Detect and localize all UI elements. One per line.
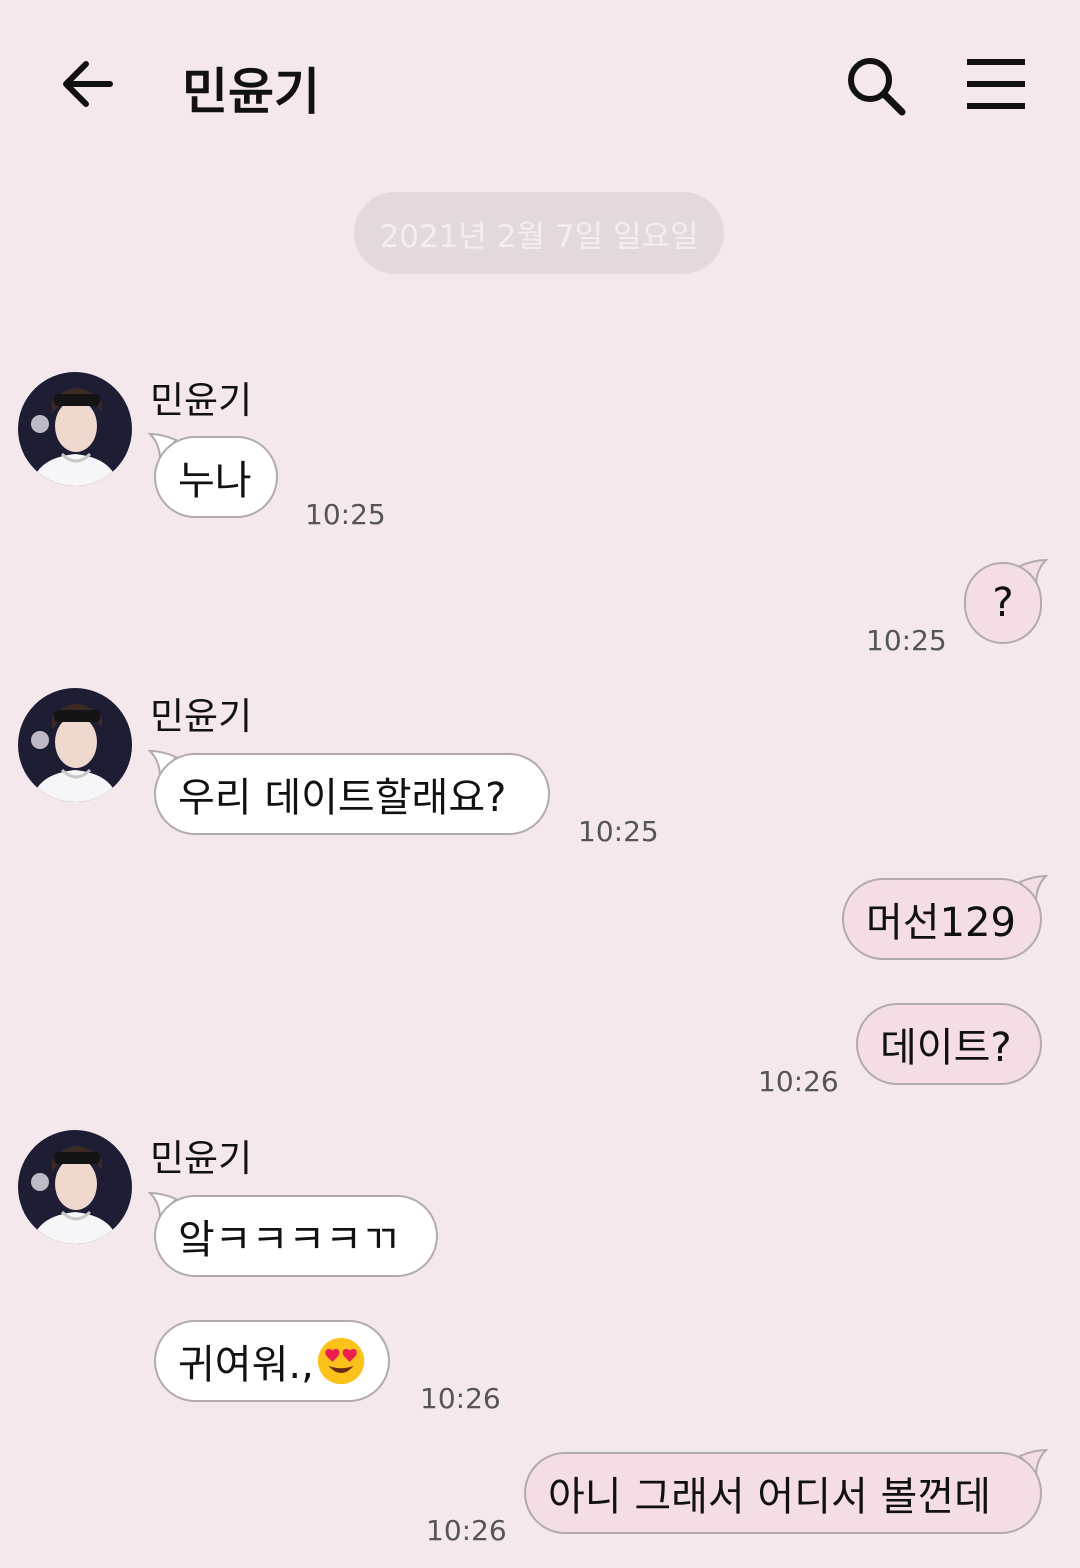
chat-title: 민윤기 <box>182 63 320 121</box>
chat-screen: 민윤기 2021년 2월 7일 일요일 민윤기 누나 10:25 ? 10:25… <box>0 0 1080 1568</box>
message-time: 10:25 <box>866 624 947 657</box>
message-bubble[interactable]: ? <box>964 562 1042 644</box>
sender-avatar[interactable] <box>18 688 132 802</box>
search-button[interactable] <box>842 52 912 122</box>
heart-eyes-emoji <box>317 1337 365 1385</box>
sender-name: 민윤기 <box>150 1137 253 1180</box>
message-bubble[interactable]: 앜ㅋㅋㅋㅋㄲ <box>154 1195 438 1277</box>
message-bubble[interactable]: 우리 데이트할래요? <box>154 753 550 835</box>
message-time: 10:26 <box>420 1382 501 1415</box>
message-time: 10:25 <box>305 498 386 531</box>
message-bubble[interactable]: 데이트? <box>856 1003 1042 1085</box>
message-bubble[interactable]: 귀여워., <box>154 1320 390 1402</box>
arrow-left-icon <box>63 61 113 107</box>
date-divider: 2021년 2월 7일 일요일 <box>354 192 724 274</box>
message-bubble[interactable]: 아니 그래서 어디서 볼껀데 <box>524 1452 1042 1534</box>
sender-avatar[interactable] <box>18 1130 132 1244</box>
menu-button[interactable] <box>964 54 1028 114</box>
chat-header: 민윤기 <box>0 0 1080 170</box>
message-time: 10:26 <box>758 1065 839 1098</box>
avatar-photo <box>18 688 132 802</box>
sender-name: 민윤기 <box>150 379 253 422</box>
hamburger-menu-icon <box>967 59 1025 109</box>
sender-avatar[interactable] <box>18 372 132 486</box>
message-text: 귀여워., <box>178 1342 314 1388</box>
message-bubble[interactable]: 머선129 <box>842 878 1042 960</box>
avatar-photo <box>18 1130 132 1244</box>
search-icon <box>848 58 906 116</box>
avatar-photo <box>18 372 132 486</box>
message-bubble[interactable]: 누나 <box>154 436 278 518</box>
message-time: 10:26 <box>426 1514 507 1547</box>
back-button[interactable] <box>56 52 120 116</box>
sender-name: 민윤기 <box>150 695 253 738</box>
message-time: 10:25 <box>578 815 659 848</box>
